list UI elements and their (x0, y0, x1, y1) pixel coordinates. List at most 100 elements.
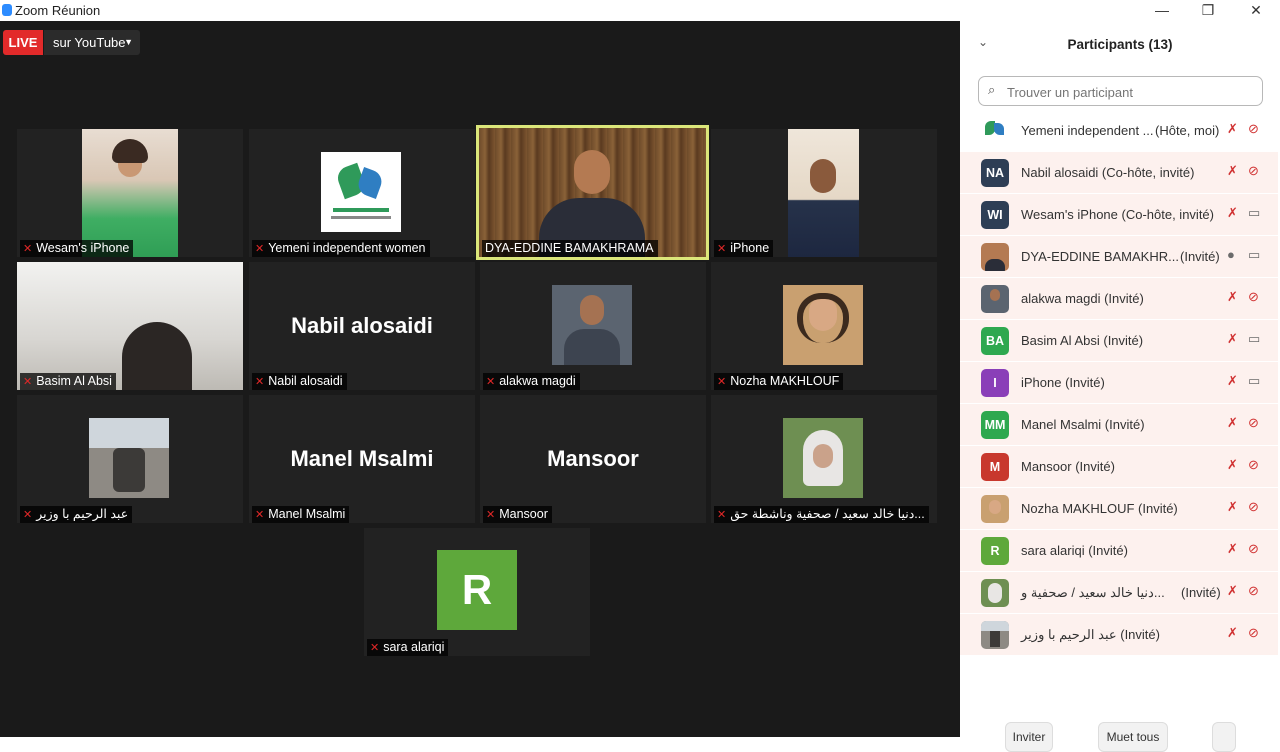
video-tile[interactable]: ✕ دنيا خالد سعيد / صحفية وناشطة حق... (711, 395, 937, 523)
participant-row[interactable]: M Mansoor (Invité) ✗ ⊘ (960, 446, 1278, 487)
avatar (981, 495, 1009, 523)
tile-nameplate: ✕ Nozha MAKHLOUF (714, 373, 844, 390)
mic-muted-icon[interactable]: ✗ (1227, 625, 1238, 641)
mic-muted-icon[interactable]: ✗ (1227, 415, 1238, 431)
mic-muted-icon[interactable]: ✗ (1227, 289, 1238, 305)
participant-row[interactable]: WI Wesam's iPhone (Co-hôte, invité) ✗ ▭ (960, 194, 1278, 235)
camera-off-icon[interactable]: ⊘ (1248, 415, 1259, 431)
video-tile[interactable]: ✕ Basim Al Absi (17, 262, 243, 390)
video-tile[interactable]: Mansoor ✕ Mansoor (480, 395, 706, 523)
avatar (981, 117, 1009, 145)
camera-on-icon[interactable]: ▭ (1248, 331, 1260, 347)
mic-muted-icon[interactable]: ✗ (1227, 541, 1238, 557)
participant-row[interactable]: MM Manel Msalmi (Invité) ✗ ⊘ (960, 404, 1278, 445)
participants-panel: — ❐ ✕ ⌄ Participants (13) ⌕ Yemeni indep… (960, 0, 1280, 752)
participant-name-display: Mansoor (547, 446, 639, 471)
mic-muted-icon[interactable]: ✗ (1227, 121, 1238, 137)
camera-on-icon[interactable]: ▭ (1248, 205, 1260, 221)
tile-name: Yemeni independent women (268, 241, 426, 255)
mic-muted-icon: ✕ (255, 243, 265, 255)
mic-muted-icon: ✕ (255, 509, 265, 521)
participant-name: alakwa magdi (Invité) (1021, 291, 1144, 306)
participant-row[interactable]: دنيا خالد سعيد / صحفية و... (Invité) ✗ ⊘ (960, 572, 1278, 613)
video-tile[interactable]: ✕ Wesam's iPhone (17, 129, 243, 257)
mic-muted-icon[interactable]: ✗ (1227, 499, 1238, 515)
tile-name: DYA-EDDINE BAMAKHRAMA (485, 241, 654, 255)
mic-muted-icon: ✕ (23, 243, 33, 255)
participant-row[interactable]: Nozha MAKHLOUF (Invité) ✗ ⊘ (960, 488, 1278, 529)
participant-name: Yemeni independent ... (1021, 123, 1154, 138)
camera-off-icon[interactable]: ⊘ (1248, 457, 1259, 473)
invite-button[interactable]: Inviter (1005, 722, 1053, 752)
participant-row[interactable]: alakwa magdi (Invité) ✗ ⊘ (960, 278, 1278, 319)
minimize-icon[interactable]: — (1150, 2, 1174, 18)
avatar (981, 621, 1009, 649)
camera-on-icon[interactable]: ▭ (1248, 247, 1260, 263)
video-tile[interactable]: Manel Msalmi ✕ Manel Msalmi (249, 395, 475, 523)
camera-off-icon[interactable]: ⊘ (1248, 163, 1259, 179)
mic-muted-icon[interactable]: ✗ (1227, 331, 1238, 347)
window-title: Zoom Réunion (15, 3, 101, 18)
live-badge[interactable]: LIVE (3, 30, 43, 55)
tile-nameplate: ✕ عبد الرحيم با وزير (20, 506, 133, 523)
participant-row[interactable]: NA Nabil alosaidi (Co-hôte, invité) ✗ ⊘ (960, 152, 1278, 193)
mic-muted-icon[interactable]: ✗ (1227, 205, 1238, 221)
video-tile[interactable]: ✕ Nozha MAKHLOUF (711, 262, 937, 390)
tile-nameplate: ✕ Nabil alosaidi (252, 373, 347, 390)
camera-on-icon[interactable]: ▭ (1248, 373, 1260, 389)
participant-row[interactable]: Yemeni independent ... (Hôte, moi) ✗ ⊘ (960, 110, 1278, 151)
camera-off-icon[interactable]: ⊘ (1248, 499, 1259, 515)
participant-row[interactable]: R sara alariqi (Invité) ✗ ⊘ (960, 530, 1278, 571)
tile-name: Wesam's iPhone (36, 241, 130, 255)
video-tile-active-speaker[interactable]: DYA-EDDINE BAMAKHRAMA (476, 125, 709, 260)
camera-off-icon[interactable]: ⊘ (1248, 541, 1259, 557)
tile-name: Nabil alosaidi (268, 374, 343, 388)
restore-icon[interactable]: ❐ (1196, 2, 1220, 19)
mic-muted-icon: ✕ (486, 376, 496, 388)
camera-off-icon[interactable]: ⊘ (1248, 289, 1259, 305)
panel-title: Participants (13) (1067, 37, 1173, 52)
tile-name: Manel Msalmi (268, 507, 346, 521)
avatar: MM (981, 411, 1009, 439)
video-tile[interactable]: Nabil alosaidi ✕ Nabil alosaidi (249, 262, 475, 390)
tile-name: Nozha MAKHLOUF (730, 374, 840, 388)
participant-row[interactable]: BA Basim Al Absi (Invité) ✗ ▭ (960, 320, 1278, 361)
mic-muted-icon[interactable]: ✗ (1227, 373, 1238, 389)
video-tile[interactable]: ✕ Yemeni independent women (249, 129, 475, 257)
camera-off-icon[interactable]: ⊘ (1248, 583, 1259, 599)
avatar (981, 243, 1009, 271)
participant-search[interactable]: ⌕ (978, 76, 1263, 106)
mic-on-icon[interactable]: ● (1227, 247, 1235, 262)
participant-name: sara alariqi (Invité) (1021, 543, 1128, 558)
mute-all-button[interactable]: Muet tous (1098, 722, 1168, 752)
youtube-stream-dropdown[interactable]: sur YouTube ▼ (44, 30, 140, 55)
search-input[interactable] (1005, 81, 1259, 103)
organization-logo (321, 152, 401, 232)
more-options-button[interactable] (1212, 722, 1236, 752)
participant-row[interactable]: DYA-EDDINE BAMAKHR... (Invité) ● ▭ (960, 236, 1278, 277)
participant-video (82, 129, 178, 257)
video-tile[interactable]: ✕ عبد الرحيم با وزير (17, 395, 243, 523)
mic-muted-icon: ✕ (717, 243, 727, 255)
participant-name: دنيا خالد سعيد / صحفية و... (1021, 585, 1165, 600)
participant-row[interactable]: عبد الرحيم با وزير (Invité) ✗ ⊘ (960, 614, 1278, 655)
camera-off-icon[interactable]: ⊘ (1248, 625, 1259, 641)
mic-muted-icon[interactable]: ✗ (1227, 583, 1238, 599)
camera-off-icon[interactable]: ⊘ (1248, 121, 1259, 137)
participant-role: (Invité) (1180, 249, 1220, 264)
video-tile[interactable]: R ✕ sara alariqi (364, 528, 590, 656)
participant-row[interactable]: I iPhone (Invité) ✗ ▭ (960, 362, 1278, 403)
tile-nameplate: ✕ Basim Al Absi (20, 373, 116, 390)
window-titlebar: Zoom Réunion (0, 0, 960, 21)
avatar: M (981, 453, 1009, 481)
video-tile[interactable]: ✕ iPhone (711, 129, 937, 257)
tile-name: Mansoor (499, 507, 548, 521)
participant-name: DYA-EDDINE BAMAKHR... (1021, 249, 1179, 264)
profile-photo (552, 285, 632, 365)
close-icon[interactable]: ✕ (1244, 2, 1268, 19)
participant-name: Wesam's iPhone (Co-hôte, invité) (1021, 207, 1214, 222)
profile-photo (783, 285, 863, 365)
video-tile[interactable]: ✕ alakwa magdi (480, 262, 706, 390)
mic-muted-icon[interactable]: ✗ (1227, 163, 1238, 179)
mic-muted-icon[interactable]: ✗ (1227, 457, 1238, 473)
